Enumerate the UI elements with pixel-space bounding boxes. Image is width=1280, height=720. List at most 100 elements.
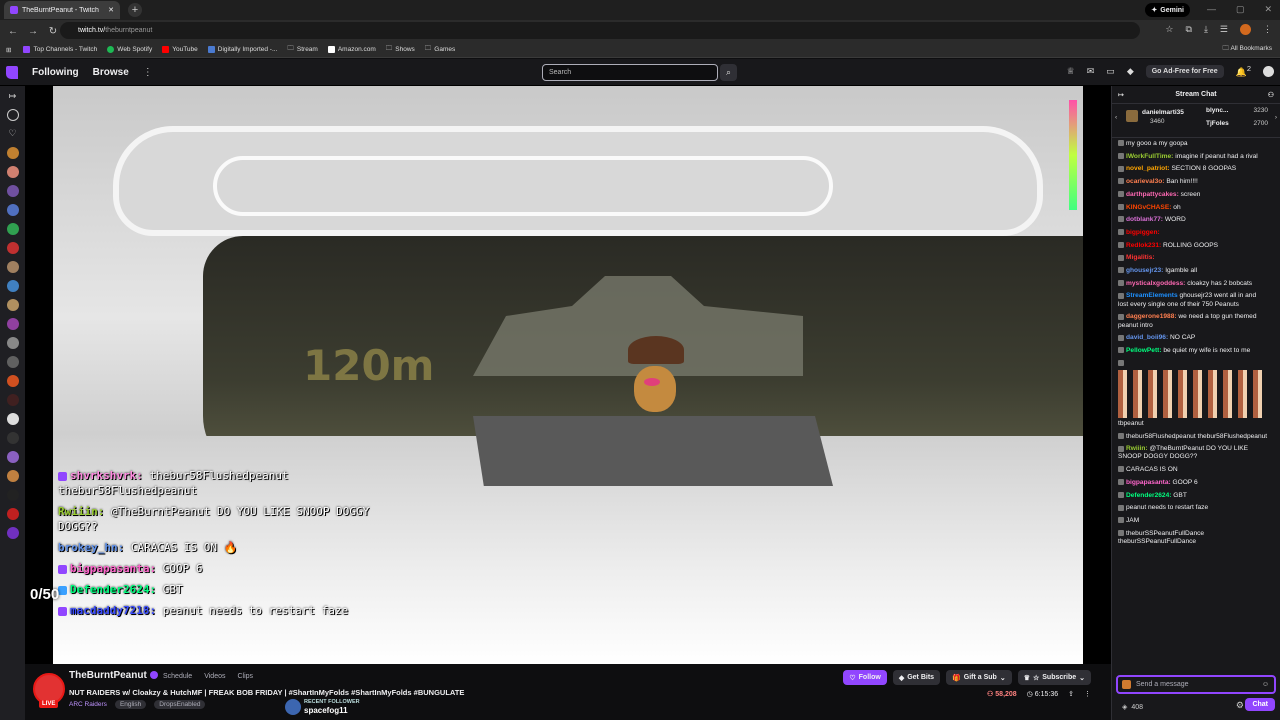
tab-videos[interactable]: Videos	[204, 673, 225, 680]
chat-username[interactable]: Migalitis:	[1126, 254, 1155, 261]
chat-username[interactable]: bigpiggen:	[1126, 229, 1160, 236]
bookmark-folder[interactable]: 🗀 Games	[425, 44, 455, 55]
menu-icon[interactable]: ☰	[1220, 24, 1228, 35]
new-tab-button[interactable]: +	[128, 3, 142, 17]
tab-schedule[interactable]: Schedule	[163, 673, 192, 680]
bookmark-star-icon[interactable]: ☆	[1165, 24, 1173, 35]
channel-avatar[interactable]	[6, 280, 19, 292]
chat-username[interactable]: daggerone1988:	[1126, 313, 1177, 320]
follow-button[interactable]: ♡ Follow	[843, 670, 887, 685]
share-icon[interactable]: ⇪	[1068, 690, 1074, 698]
emote-picker-icon[interactable]: ☺	[1262, 681, 1269, 688]
url-field[interactable]: twitch.tv/theburntpeanut	[60, 22, 1140, 39]
chat-username[interactable]: PellowPett:	[1126, 347, 1162, 354]
channel-avatar[interactable]	[6, 318, 19, 330]
minimize-button[interactable]: —	[1207, 4, 1216, 15]
more-icon[interactable]: ⋮	[1263, 24, 1272, 35]
chat-input[interactable]: Send a message ☺	[1116, 675, 1276, 694]
channel-avatar[interactable]	[6, 223, 19, 235]
chat-username[interactable]: dotblank77:	[1126, 216, 1163, 223]
close-window-button[interactable]: ✕	[1264, 4, 1272, 15]
more-icon[interactable]: ⋮	[1084, 690, 1091, 698]
chat-username[interactable]: ghousejr23:	[1126, 267, 1163, 274]
channel-avatar[interactable]	[6, 109, 19, 121]
tag-drops[interactable]: DropsEnabled	[154, 700, 206, 709]
back-icon[interactable]: ←	[6, 26, 20, 37]
channel-avatar[interactable]	[6, 147, 19, 159]
chat-username[interactable]: Defender2624:	[1126, 492, 1171, 499]
maximize-button[interactable]: ▢	[1236, 4, 1245, 15]
channel-avatar[interactable]	[6, 375, 19, 387]
bookmark-folder[interactable]: 🗀 Stream	[287, 44, 317, 55]
nav-browse[interactable]: Browse	[93, 67, 129, 78]
users-icon[interactable]: ⚇	[1268, 91, 1274, 99]
more-options-icon[interactable]: ⋮	[143, 67, 153, 78]
bookmark-item[interactable]: Digitally Imported -...	[207, 46, 277, 53]
chat-username[interactable]: david_boii96:	[1126, 334, 1168, 341]
tag-english[interactable]: English	[114, 700, 147, 709]
channel-avatar[interactable]	[6, 413, 19, 425]
chat-settings-icon[interactable]: ⚙	[1236, 700, 1244, 711]
whispers-icon[interactable]: ▭	[1106, 66, 1115, 77]
chat-username[interactable]: mysticalxgoddess:	[1126, 280, 1185, 287]
user-avatar[interactable]	[1263, 65, 1274, 77]
forward-icon[interactable]: →	[26, 26, 40, 37]
chat-username[interactable]: ocarieval3o:	[1126, 178, 1164, 185]
channel-avatar[interactable]	[6, 242, 19, 254]
channel-name[interactable]: TheBurntPeanut	[69, 670, 158, 681]
all-bookmarks[interactable]: 🗀 All Bookmarks	[1223, 44, 1273, 55]
bookmark-item[interactable]: Top Channels - Twitch	[23, 46, 97, 53]
channel-avatar[interactable]	[6, 451, 19, 463]
category-link[interactable]: ARC Raiders	[69, 701, 107, 708]
channel-avatar[interactable]	[6, 261, 19, 273]
channel-avatar[interactable]	[6, 299, 19, 311]
prime-icon[interactable]: ♕	[1067, 66, 1075, 77]
gift-sub-button[interactable]: 🎁 Gift a Sub ⌄	[946, 670, 1012, 685]
chat-username[interactable]: Rwiiin:	[1126, 445, 1148, 452]
bookmark-item[interactable]: Amazon.com	[327, 46, 376, 53]
chat-username[interactable]: Redlok231:	[1126, 242, 1161, 249]
chat-username[interactable]: StreamElements	[1126, 292, 1178, 299]
channel-avatar[interactable]	[6, 204, 19, 216]
browser-tab[interactable]: TheBurntPeanut - Twitch ✕	[4, 1, 120, 19]
extensions-icon[interactable]: ⧉	[1186, 24, 1192, 35]
chat-username[interactable]: bigpapasanta:	[1126, 479, 1171, 486]
channel-avatar[interactable]	[6, 337, 19, 349]
chat-username[interactable]: darthpattycakes:	[1126, 191, 1179, 198]
bits-icon[interactable]: ◆	[1127, 66, 1134, 77]
notifications-icon[interactable]: 🔔2	[1236, 64, 1251, 78]
chevron-right-icon[interactable]: ›	[1275, 114, 1277, 121]
search-button[interactable]: ⌕	[720, 64, 737, 81]
bookmark-folder[interactable]: 🗀 Shows	[386, 44, 415, 55]
chat-username[interactable]: novel_patriot:	[1126, 165, 1170, 172]
channel-avatar[interactable]	[6, 185, 19, 197]
bookmark-item[interactable]: YouTube	[162, 46, 198, 53]
chat-username[interactable]: KINGvCHASE:	[1126, 204, 1171, 211]
chevron-left-icon[interactable]: ‹	[1115, 114, 1117, 121]
twitch-logo-icon[interactable]	[6, 65, 18, 79]
profile-avatar[interactable]	[1240, 24, 1251, 35]
get-bits-button[interactable]: ◆ Get Bits	[892, 670, 941, 685]
reload-icon[interactable]: ↻	[46, 26, 60, 37]
search-input[interactable]: Search	[542, 64, 718, 81]
channel-avatar[interactable]	[6, 394, 19, 406]
inbox-icon[interactable]: ✉	[1087, 66, 1095, 77]
collapse-chat-icon[interactable]: ↦	[1118, 91, 1124, 99]
subscribe-button[interactable]: ♛ ☆ Subscribe ⌄	[1017, 670, 1091, 685]
gemini-button[interactable]: ✦ Gemini	[1145, 3, 1190, 17]
chat-username[interactable]: IWorkFullTime:	[1126, 153, 1173, 160]
video-player[interactable]: 120m shvrkshvrk: thebur58Flushedpeanut t…	[25, 86, 1111, 664]
expand-rail-icon[interactable]: ↦	[0, 91, 25, 102]
apps-icon[interactable]: ⊞	[6, 46, 11, 54]
go-ad-free-button[interactable]: Go Ad-Free for Free	[1145, 64, 1224, 78]
tab-close-icon[interactable]: ✕	[108, 6, 114, 14]
channel-avatar[interactable]	[6, 527, 19, 539]
tab-clips[interactable]: Clips	[237, 673, 253, 680]
bookmark-item[interactable]: Web Spotify	[107, 46, 152, 53]
channel-avatar[interactable]	[6, 489, 19, 501]
channel-avatar[interactable]	[6, 432, 19, 444]
nav-following[interactable]: Following	[32, 67, 79, 78]
channel-avatar[interactable]	[6, 356, 19, 368]
channel-avatar[interactable]	[6, 166, 19, 178]
chat-send-button[interactable]: Chat	[1245, 698, 1275, 711]
